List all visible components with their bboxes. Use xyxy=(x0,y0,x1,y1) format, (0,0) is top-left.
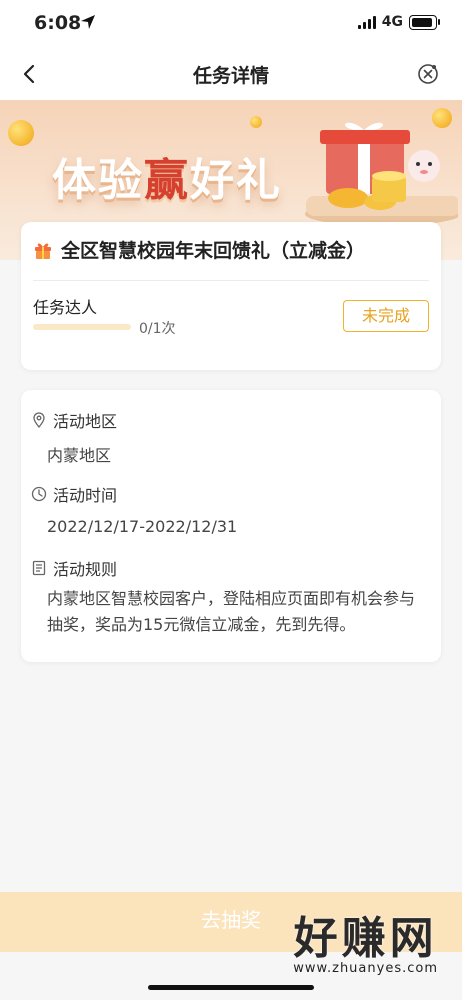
document-icon xyxy=(32,560,46,576)
location-pin-icon xyxy=(33,412,45,428)
status-bar: 6:08 4G xyxy=(0,0,462,48)
task-name: 任务达人 xyxy=(33,298,98,317)
task-title-row: 全区智慧校园年末回馈礼（立减金） xyxy=(33,236,431,263)
nav-bar: 任务详情 xyxy=(0,48,462,100)
progress-text: 0/1次 xyxy=(139,321,176,337)
watermark-brand: 好赚网 xyxy=(293,913,438,964)
clock-icon xyxy=(31,486,47,502)
activity-info-card: 活动地区 内蒙地区 活动时间 2022/12/17-2022/12/31 活动规… xyxy=(21,390,441,662)
region-label: 活动地区 xyxy=(53,412,118,431)
progress-bar xyxy=(33,324,131,330)
watermark: 好赚网 www.zhuanyes.com xyxy=(293,913,438,977)
status-indicators: 4G xyxy=(357,14,440,30)
task-title: 全区智慧校园年末回馈礼（立减金） xyxy=(61,240,366,262)
watermark-url: www.zhuanyes.com xyxy=(293,961,438,976)
divider xyxy=(33,280,429,281)
location-arrow-icon xyxy=(81,15,95,29)
rules-label: 活动规则 xyxy=(53,560,118,579)
coin-decoration xyxy=(250,116,262,128)
network-type: 4G xyxy=(381,14,403,30)
close-icon[interactable] xyxy=(416,62,440,86)
rules-heading: 活动规则 xyxy=(31,556,117,580)
battery-cap xyxy=(438,19,440,25)
banner-title-highlight: 赢 xyxy=(144,155,190,206)
region-value: 内蒙地区 xyxy=(47,446,112,465)
coin-decoration xyxy=(8,120,34,146)
time-label: 活动时间 xyxy=(53,486,118,505)
banner-title: 体验赢好礼 xyxy=(52,144,282,208)
time-value: 2022/12/17-2022/12/31 xyxy=(47,517,238,536)
banner-title-prefix: 体验 xyxy=(52,155,144,206)
status-time: 6:08 xyxy=(34,12,82,34)
task-card: 全区智慧校园年末回馈礼（立减金） 任务达人 0/1次 未完成 xyxy=(21,222,441,370)
rules-text: 内蒙地区智慧校园客户，登陆相应页面即有机会参与抽奖，奖品为15元微信立减金，先到… xyxy=(47,589,416,634)
task-status-button[interactable]: 未完成 xyxy=(343,300,429,332)
time-heading: 活动时间 xyxy=(31,482,117,506)
gift-icon xyxy=(35,243,51,259)
battery-icon xyxy=(409,14,437,30)
signal-icon xyxy=(357,15,376,29)
region-heading: 活动地区 xyxy=(31,408,117,432)
home-indicator xyxy=(148,985,314,990)
page-title: 任务详情 xyxy=(192,65,269,87)
gift-box-illustration xyxy=(305,122,458,226)
banner-title-suffix: 好礼 xyxy=(190,155,282,206)
